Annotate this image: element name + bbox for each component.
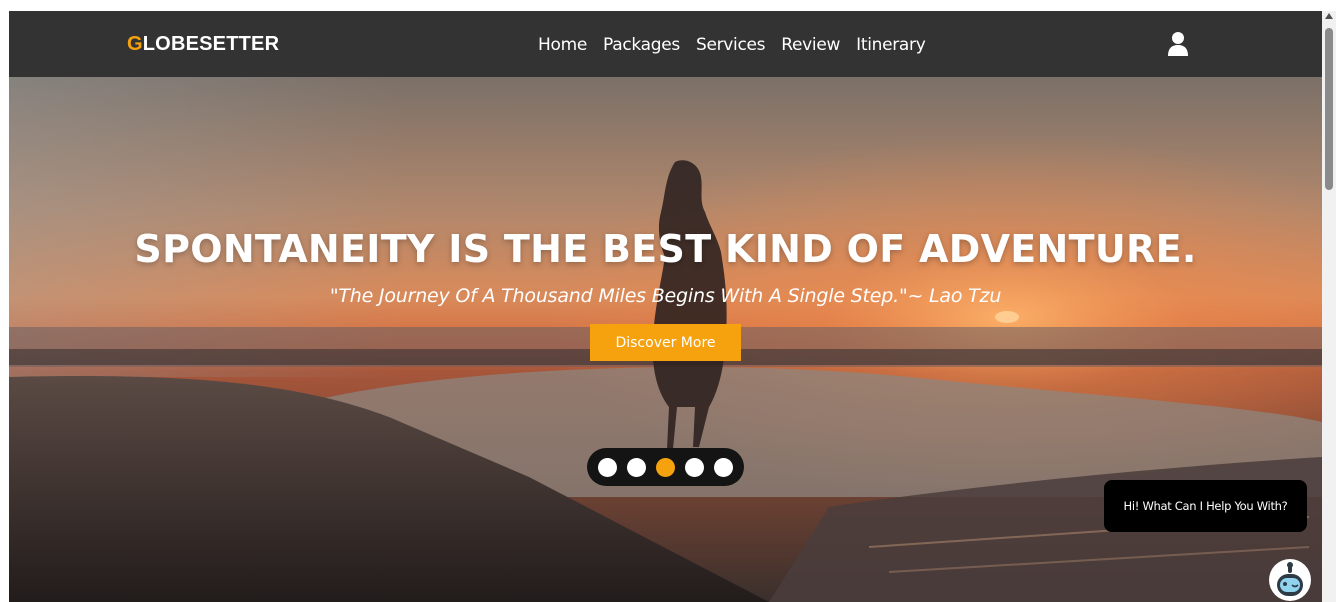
brand-logo[interactable]: GLOBESETTER [127,33,279,56]
page-viewport: GLOBESETTER Home Packages Services Revie… [9,11,1322,602]
nav-services[interactable]: Services [696,35,766,55]
logo-accent-letter: G [127,33,143,55]
carousel-dot-4[interactable] [685,457,704,477]
carousel-dot-3-active[interactable] [656,457,675,477]
nav-review[interactable]: Review [781,35,840,55]
main-nav: Home Packages Services Review Itinerary [538,35,926,55]
vertical-scrollbar[interactable] [1322,11,1336,602]
carousel-indicators [587,448,744,486]
discover-more-button[interactable]: Discover More [590,324,741,361]
carousel-dot-1[interactable] [598,457,617,477]
scroll-thumb[interactable] [1325,28,1333,190]
carousel-dot-2[interactable] [627,457,646,477]
nav-home[interactable]: Home [538,35,587,55]
robot-icon[interactable] [1268,558,1312,602]
carousel-dot-5[interactable] [714,457,733,477]
hero-title: SPONTANEITY IS THE BEST KIND OF ADVENTUR… [134,227,1197,271]
nav-packages[interactable]: Packages [603,35,680,55]
hero-quote: "The Journey Of A Thousand Miles Begins … [329,285,1002,307]
scroll-up-arrow-icon[interactable] [1325,13,1333,19]
nav-itinerary[interactable]: Itinerary [856,35,926,55]
logo-rest: LOBESETTER [142,33,280,55]
chatbot-greeting-bubble[interactable]: Hi! What Can I Help You With? [1104,480,1307,532]
hero-section: SPONTANEITY IS THE BEST KIND OF ADVENTUR… [9,77,1322,602]
top-navbar: GLOBESETTER Home Packages Services Revie… [9,11,1322,77]
user-icon[interactable] [1168,31,1188,57]
